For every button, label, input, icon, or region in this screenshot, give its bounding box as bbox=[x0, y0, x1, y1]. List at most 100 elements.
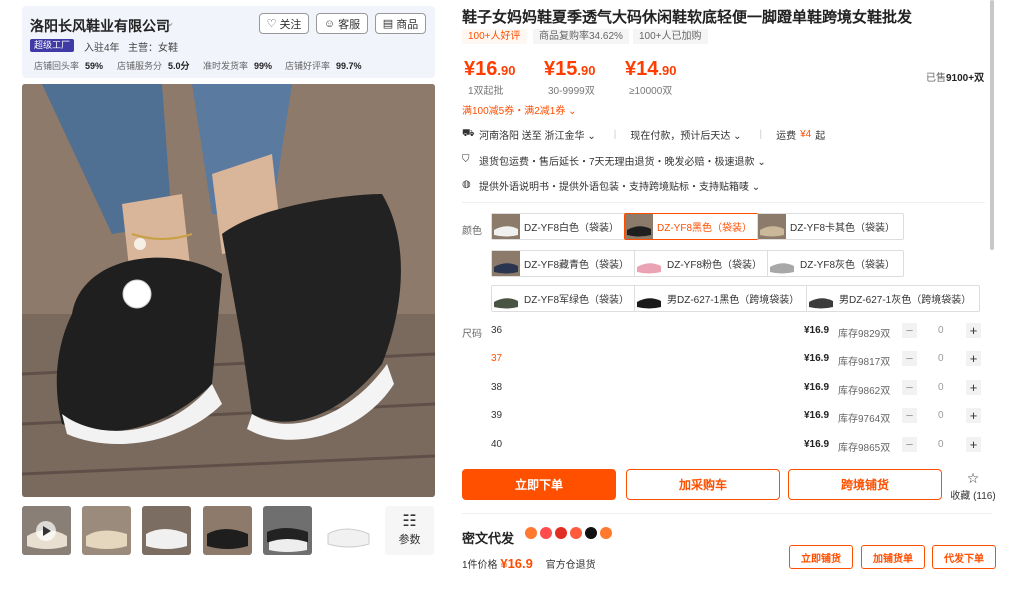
follow-button[interactable]: ♡ 关注 bbox=[259, 13, 309, 34]
size-row: 36 ¥16.9 库存9829双 − 0 + bbox=[491, 323, 986, 351]
sold-count: 已售9100+双 bbox=[926, 73, 985, 84]
size-row: 39 ¥16.9 库存9764双 − 0 + bbox=[491, 408, 986, 436]
color-option-men-black[interactable]: 男DZ-627-1黑色（跨境袋装） bbox=[634, 285, 809, 312]
freight-suffix: 起 bbox=[815, 131, 826, 142]
coupon-link[interactable]: 满100减5券・满2减1券 ⌄ bbox=[462, 102, 577, 117]
thumbnail-video[interactable] bbox=[22, 506, 71, 555]
main-category: 主营：女鞋 bbox=[128, 43, 178, 54]
size-stock: 库存9862双 bbox=[838, 386, 891, 397]
size-value: 37 bbox=[491, 353, 503, 364]
color-option-men-gray[interactable]: 男DZ-627-1灰色（跨境袋装） bbox=[806, 285, 981, 312]
size-value: 36 bbox=[491, 325, 503, 336]
plus-button[interactable]: + bbox=[966, 323, 981, 338]
stat-service: 店铺服务分 5.0分 bbox=[117, 61, 190, 71]
price-tier-1: ¥16.90 bbox=[464, 58, 516, 80]
globe-icon: ◍ bbox=[462, 179, 471, 190]
divider bbox=[462, 513, 992, 514]
heart-icon: ♡ bbox=[266, 18, 277, 30]
tag-good-reviews: 100+人好评 bbox=[462, 29, 527, 44]
order-now-button[interactable]: 立即下单 bbox=[462, 469, 616, 500]
stat-ontime: 准时发货率 99% bbox=[203, 61, 273, 71]
shoe-thumb-icon bbox=[324, 506, 373, 555]
size-value: 38 bbox=[491, 382, 503, 393]
shoe-icon bbox=[758, 214, 786, 239]
size-price: ¥16.9 bbox=[804, 353, 830, 364]
params-button[interactable]: ☷ 参数 bbox=[385, 506, 434, 555]
thumbnail-beige[interactable] bbox=[82, 506, 131, 555]
color-option-khaki[interactable]: DZ-YF8卡其色（袋装） bbox=[757, 213, 904, 240]
shipping-row[interactable]: ⛟ 河南洛阳 送至 浙江金华 ⌄ | 现在付款，预计后天达 ⌄ | 运费 ¥4 … bbox=[462, 127, 825, 142]
product-title: 鞋子女妈妈鞋夏季透气大码休闲鞋软底轻便一脚蹬单鞋跨境女鞋批发 bbox=[462, 9, 913, 26]
color-option-black[interactable]: DZ-YF8黑色（袋装） bbox=[624, 213, 761, 240]
thumbnail-black[interactable] bbox=[203, 506, 252, 555]
shoe-thumb-icon bbox=[142, 506, 191, 555]
size-stock: 库存9829双 bbox=[838, 329, 891, 340]
chat-icon: ☺ bbox=[323, 17, 336, 30]
size-price: ¥16.9 bbox=[804, 382, 830, 393]
color-option-pink[interactable]: DZ-YF8粉色（袋装） bbox=[634, 250, 771, 277]
size-stock: 库存9764双 bbox=[838, 414, 891, 425]
delivery-estimate: 现在付款，预计后天达 ⌄ bbox=[630, 131, 742, 142]
minus-button[interactable]: − bbox=[902, 380, 917, 395]
plus-button[interactable]: + bbox=[966, 380, 981, 395]
color-option-navy[interactable]: DZ-YF8藏青色（袋装） bbox=[491, 250, 638, 277]
stat-repurchase: 店铺回头率 59% bbox=[34, 61, 104, 71]
favorite-button[interactable]: ☆ 收藏 (116) bbox=[950, 470, 996, 502]
thumbnail-white-product[interactable] bbox=[324, 506, 373, 555]
quantity-input[interactable]: 0 bbox=[938, 382, 944, 393]
quantity-input[interactable]: 0 bbox=[938, 325, 944, 336]
dropship-order-button[interactable]: 代发下单 bbox=[932, 545, 996, 569]
platform-icons bbox=[525, 527, 612, 539]
quantity-input[interactable]: 0 bbox=[938, 439, 944, 450]
shoe-icon bbox=[635, 251, 663, 276]
shoe-icon bbox=[492, 251, 520, 276]
plus-button[interactable]: + bbox=[966, 408, 981, 423]
sliders-icon: ☷ bbox=[402, 513, 417, 530]
minus-button[interactable]: − bbox=[902, 408, 917, 423]
size-value: 40 bbox=[491, 439, 503, 450]
shop-goods-button[interactable]: ▤ 商品 bbox=[375, 13, 426, 34]
thumbnail-white[interactable] bbox=[142, 506, 191, 555]
shoe-icon bbox=[768, 251, 796, 276]
add-list-button[interactable]: 加铺货单 bbox=[861, 545, 925, 569]
list-now-button[interactable]: 立即铺货 bbox=[789, 545, 853, 569]
shoe-thumb-icon bbox=[203, 506, 252, 555]
size-price: ¥16.9 bbox=[804, 439, 830, 450]
divider bbox=[462, 202, 985, 203]
guarantee-row[interactable]: ⛉ 退货包运费・售后延长・7天无理由退货・晚发必赔・极速退款 ⌄ bbox=[462, 153, 766, 168]
color-option-gray[interactable]: DZ-YF8灰色（袋装） bbox=[767, 250, 904, 277]
customer-service-button[interactable]: ☺ 客服 bbox=[316, 13, 368, 34]
plus-button[interactable]: + bbox=[966, 351, 981, 366]
color-option-army-green[interactable]: DZ-YF8军绿色（袋装） bbox=[491, 285, 638, 312]
shoe-icon bbox=[625, 214, 653, 239]
minus-button[interactable]: − bbox=[902, 437, 917, 452]
size-value: 39 bbox=[491, 410, 503, 421]
quantity-input[interactable]: 0 bbox=[938, 353, 944, 364]
freight-value: ¥4 bbox=[800, 129, 812, 140]
taobao-icon bbox=[525, 527, 537, 539]
minus-button[interactable]: − bbox=[902, 351, 917, 366]
scrollbar[interactable] bbox=[990, 0, 994, 250]
jd-icon bbox=[555, 527, 567, 539]
plus-button[interactable]: + bbox=[966, 437, 981, 452]
main-product-image[interactable] bbox=[22, 84, 435, 497]
thumbnail-pair[interactable] bbox=[263, 506, 312, 555]
crossborder-list-button[interactable]: 跨境铺货 bbox=[788, 469, 942, 500]
chevron-down-icon[interactable]: ⌄ bbox=[165, 15, 175, 29]
crossborder-row[interactable]: ◍ 提供外语说明书・提供外语包装・支持跨境贴标・支持贴箱唛 ⌄ bbox=[462, 178, 760, 193]
truck-icon: ⛟ bbox=[462, 128, 475, 139]
minus-button[interactable]: − bbox=[902, 323, 917, 338]
settled-years: 入驻4年 bbox=[84, 43, 120, 54]
tag-carted: 100+人已加购 bbox=[633, 29, 708, 44]
size-price: ¥16.9 bbox=[804, 410, 830, 421]
star-icon: ☆ bbox=[966, 470, 980, 486]
quantity-input[interactable]: 0 bbox=[938, 410, 944, 421]
shop-name[interactable]: 洛阳长风鞋业有限公司 bbox=[30, 16, 170, 36]
shoe-icon bbox=[492, 214, 520, 239]
price-tier-2-caption: 30-9999双 bbox=[548, 86, 595, 97]
color-option-white[interactable]: DZ-YF8白色（袋装） bbox=[491, 213, 628, 240]
shoe-thumb-icon bbox=[263, 506, 312, 555]
kuaishou-icon bbox=[600, 527, 612, 539]
shoe-photo bbox=[22, 84, 435, 497]
add-to-cart-button[interactable]: 加采购车 bbox=[626, 469, 780, 500]
